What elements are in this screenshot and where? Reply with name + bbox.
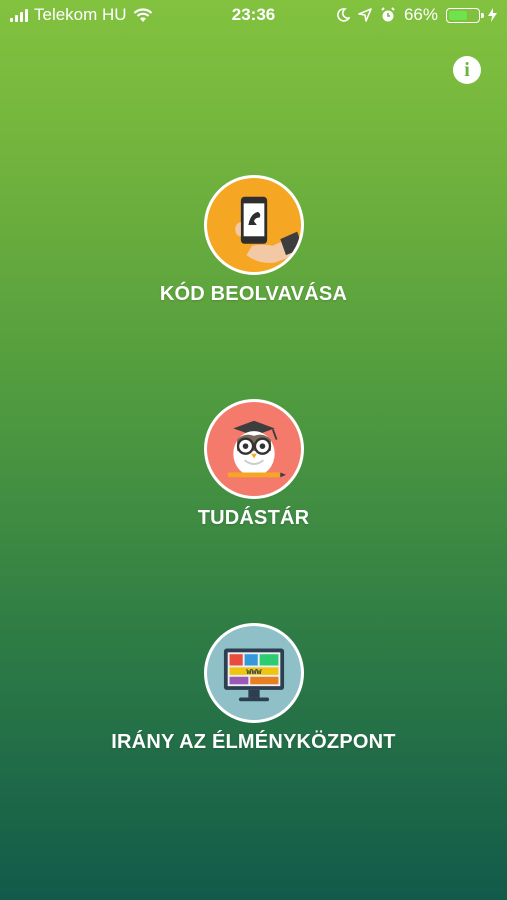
status-bar: Telekom HU 23:36 66% [0,0,507,30]
knowledge-base-button[interactable] [203,399,304,499]
battery-percent: 66% [403,5,438,24]
phone-scan-icon [234,196,301,263]
moon-icon [337,8,350,22]
monitor-www-icon: www [223,648,284,702]
info-button[interactable]: i [453,56,481,84]
experience-center-label: IRÁNY AZ ÉLMÉNYKÖZPONT [111,731,396,753]
status-right: 66% [336,5,497,25]
location-arrow-icon [358,8,372,22]
menu-item-knowledge-base[interactable]: TUDÁSTÁR [0,399,507,530]
owl-graduate-icon [227,420,286,478]
charging-bolt-icon [488,8,497,22]
experience-center-button[interactable]: www [203,623,304,723]
knowledge-base-label: TUDÁSTÁR [197,507,310,529]
alarm-icon [381,7,395,22]
scan-code-button[interactable] [203,175,304,275]
www-text: www [246,666,262,676]
menu-item-scan-code[interactable]: KÓD BEOLVAVÁSA [0,175,507,306]
scan-code-label: KÓD BEOLVAVÁSA [159,283,348,305]
menu-item-experience-center[interactable]: www IRÁNY AZ ÉLMÉNYKÖZPONT [0,623,507,754]
battery-icon [446,7,484,23]
